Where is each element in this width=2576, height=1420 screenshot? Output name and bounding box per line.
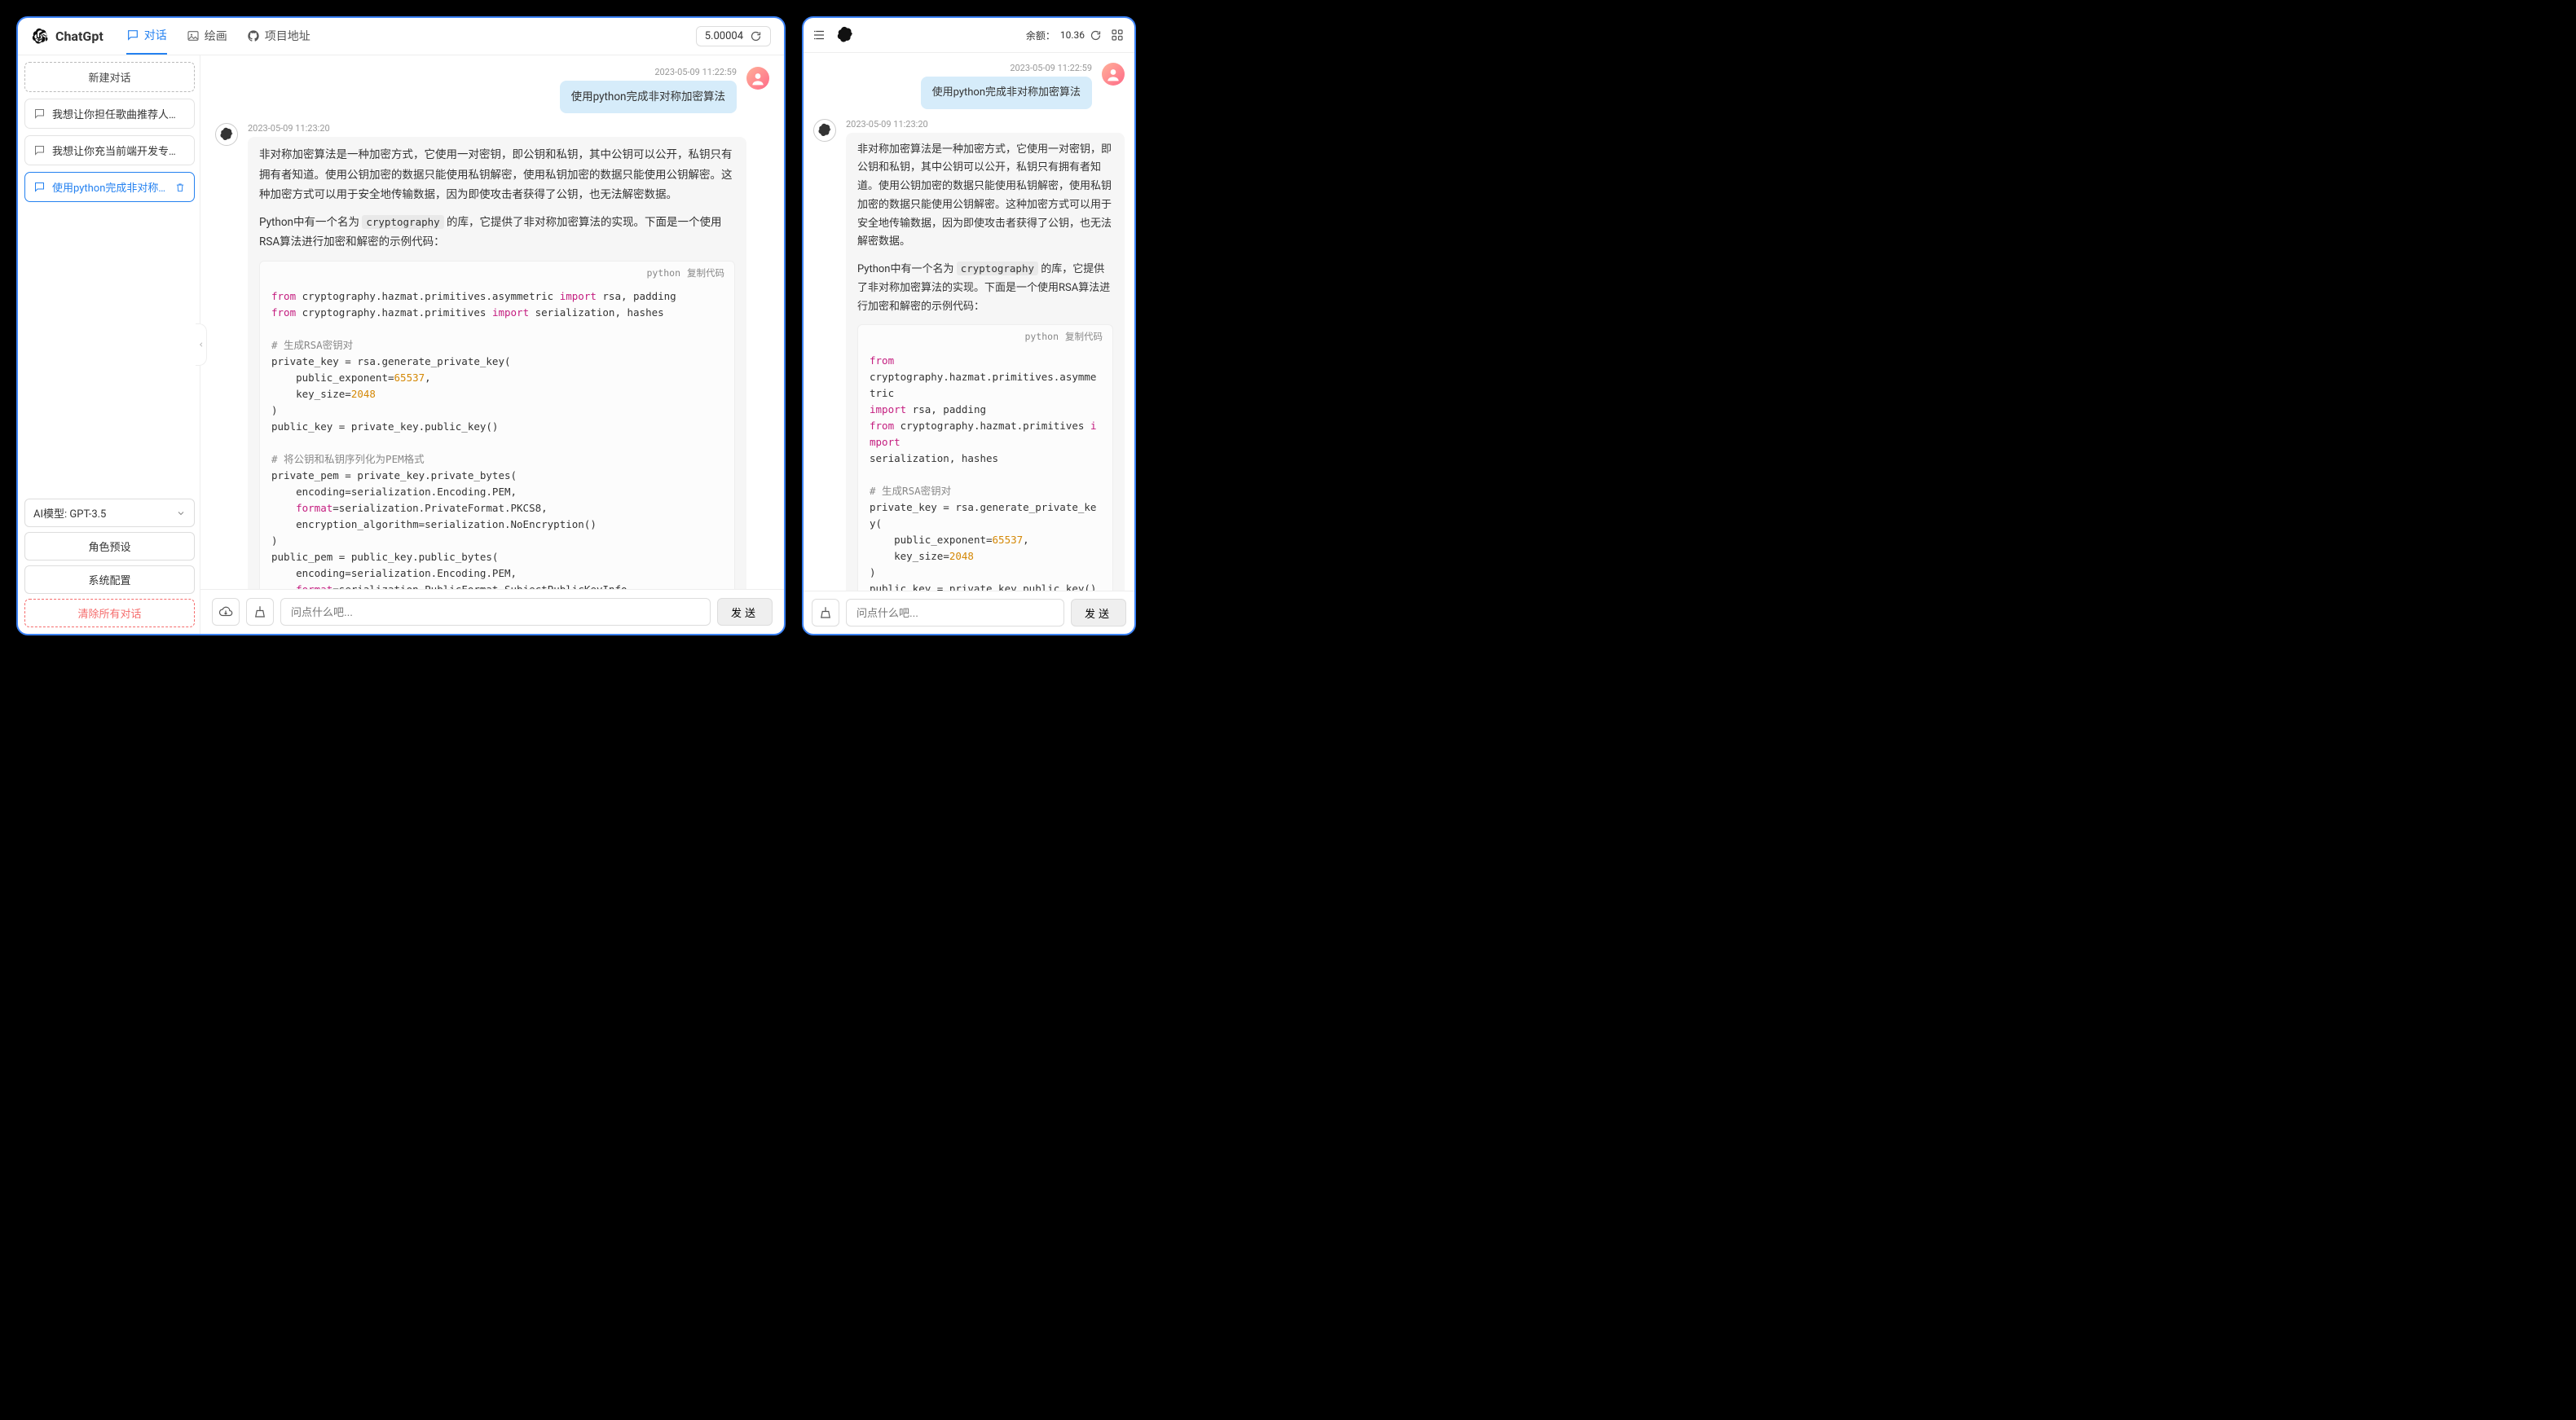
message-time: 2023-05-09 11:22:59 bbox=[921, 63, 1092, 73]
code-header: python 复制代码 bbox=[260, 262, 734, 285]
app-title: ChatGpt bbox=[55, 29, 103, 44]
reply-para-2: Python中有一个名为 cryptography 的库，它提供了非对称加密算法… bbox=[857, 260, 1113, 316]
message-list: 2023-05-09 11:22:59 使用python完成非对称加密算法 20… bbox=[804, 53, 1134, 591]
chat-area: 2023-05-09 11:22:59 使用python完成非对称加密算法 20… bbox=[804, 53, 1134, 634]
conversation-label: 我想让你担任歌曲推荐人。我将为... bbox=[52, 106, 186, 121]
message-assistant: 2023-05-09 11:23:20 非对称加密算法是一种加密方式，它使用一对… bbox=[813, 119, 1125, 591]
sidebar-toggle-icon[interactable] bbox=[812, 28, 826, 42]
refresh-icon bbox=[750, 30, 762, 42]
sidebar: 新建对话 我想让你担任歌曲推荐人。我将为... 我想让你充当前端开发专家。我将.… bbox=[18, 55, 200, 634]
inline-code: cryptography bbox=[362, 215, 443, 229]
reply-para-2: Python中有一个名为 cryptography 的库，它提供了非对称加密算法… bbox=[259, 213, 735, 253]
message-user: 2023-05-09 11:22:59 使用python完成非对称加密算法 bbox=[215, 67, 769, 113]
conversation-item-active[interactable]: 使用python完成非对称加密算法 bbox=[24, 172, 195, 202]
clear-context-button[interactable] bbox=[246, 598, 274, 626]
conversation-list: 我想让你担任歌曲推荐人。我将为... 我想让你充当前端开发专家。我将... 使用… bbox=[24, 99, 195, 202]
code-lang: python bbox=[646, 266, 680, 280]
code-body: from cryptography.hazmat.primitives.asym… bbox=[858, 350, 1112, 591]
header-right: 5.00004 bbox=[696, 26, 771, 46]
bot-bubble: 非对称加密算法是一种加密方式，它使用一对密钥，即公钥和私钥，其中公钥可以公开，私… bbox=[846, 133, 1125, 591]
header-tabs: 对话 绘画 项目地址 bbox=[126, 27, 310, 46]
chat-area: 2023-05-09 11:22:59 使用python完成非对称加密算法 20… bbox=[200, 55, 784, 634]
chevron-down-icon bbox=[176, 508, 186, 518]
sidebar-bottom: AI模型: GPT-3.5 角色预设 系统配置 清除所有对话 bbox=[24, 499, 195, 627]
grid-icon[interactable] bbox=[1110, 28, 1125, 42]
role-preset-button[interactable]: 角色预设 bbox=[24, 532, 195, 561]
input-footer: 发送 bbox=[804, 591, 1134, 634]
tab-image[interactable]: 绘画 bbox=[187, 28, 227, 54]
sys-config-button[interactable]: 系统配置 bbox=[24, 565, 195, 594]
message-time: 2023-05-09 11:23:20 bbox=[248, 123, 746, 134]
trash-icon[interactable] bbox=[174, 182, 186, 193]
tab-chat[interactable]: 对话 bbox=[126, 27, 167, 55]
clear-all-button[interactable]: 清除所有对话 bbox=[24, 599, 195, 627]
message-list: 2023-05-09 11:22:59 使用python完成非对称加密算法 20… bbox=[200, 55, 784, 589]
new-chat-button[interactable]: 新建对话 bbox=[24, 62, 195, 92]
model-select[interactable]: AI模型: GPT-3.5 bbox=[24, 499, 195, 527]
code-body: from cryptography.hazmat.primitives.asym… bbox=[260, 285, 734, 589]
code-lang: python bbox=[1024, 330, 1059, 344]
broom-icon bbox=[818, 605, 833, 620]
tab-repo[interactable]: 项目地址 bbox=[247, 28, 310, 54]
balance-label: 余额： 10.36 bbox=[1026, 29, 1102, 42]
conversation-item[interactable]: 我想让你担任歌曲推荐人。我将为... bbox=[24, 99, 195, 129]
app-logo-icon bbox=[836, 26, 854, 44]
chat-bubble-icon bbox=[33, 144, 46, 156]
code-copy[interactable]: 复制代码 bbox=[1065, 330, 1103, 344]
code-copy[interactable]: 复制代码 bbox=[687, 266, 724, 280]
export-button[interactable] bbox=[212, 598, 240, 626]
balance-value: 10.36 bbox=[1060, 29, 1085, 41]
conversation-item[interactable]: 我想让你充当前端开发专家。我将... bbox=[24, 135, 195, 165]
refresh-icon[interactable] bbox=[1090, 29, 1102, 42]
message-input[interactable] bbox=[280, 598, 711, 626]
chat-bubble-icon bbox=[33, 108, 46, 120]
user-bubble: 使用python完成非对称加密算法 bbox=[560, 81, 737, 113]
app-logo-icon bbox=[31, 28, 49, 46]
mobile-window: 余额： 10.36 2023-05-09 11:22:59 使用python完成… bbox=[802, 16, 1136, 635]
inline-code: cryptography bbox=[957, 262, 1038, 275]
bot-avatar bbox=[813, 119, 836, 142]
model-label: AI模型: GPT-3.5 bbox=[33, 505, 106, 521]
broom-icon bbox=[253, 604, 267, 619]
message-time: 2023-05-09 11:22:59 bbox=[560, 67, 737, 77]
input-footer: 发送 bbox=[200, 589, 784, 634]
mobile-header: 余额： 10.36 bbox=[804, 18, 1134, 53]
reply-para-1: 非对称加密算法是一种加密方式，它使用一对密钥，即公钥和私钥，其中公钥可以公开，私… bbox=[259, 145, 735, 204]
cloud-download-icon bbox=[218, 604, 233, 619]
message-input[interactable] bbox=[846, 599, 1064, 626]
message-assistant: 2023-05-09 11:23:20 非对称加密算法是一种加密方式，它使用一对… bbox=[215, 123, 769, 589]
code-block: python 复制代码 from cryptography.hazmat.pri… bbox=[259, 261, 735, 589]
message-time: 2023-05-09 11:23:20 bbox=[846, 119, 1125, 130]
chat-icon bbox=[126, 29, 139, 42]
user-bubble: 使用python完成非对称加密算法 bbox=[921, 77, 1092, 109]
app-header: ChatGpt 对话 绘画 项目地址 5.00004 bbox=[18, 18, 784, 55]
desktop-window: ChatGpt 对话 绘画 项目地址 5.00004 新建对话 bbox=[16, 16, 786, 635]
code-header: python 复制代码 bbox=[858, 325, 1112, 349]
conversation-label: 使用python完成非对称加密算法 bbox=[52, 179, 168, 195]
code-block: python 复制代码 from cryptography.hazmat.pri… bbox=[857, 324, 1113, 591]
send-button[interactable]: 发送 bbox=[717, 598, 773, 626]
chevron-left-icon bbox=[198, 340, 205, 350]
reply-para-1: 非对称加密算法是一种加密方式，它使用一对密钥，即公钥和私钥，其中公钥可以公开，私… bbox=[857, 141, 1113, 253]
user-avatar bbox=[746, 67, 769, 90]
clear-context-button[interactable] bbox=[812, 599, 839, 626]
body-split: 新建对话 我想让你担任歌曲推荐人。我将为... 我想让你充当前端开发专家。我将.… bbox=[18, 55, 784, 634]
user-avatar bbox=[1102, 63, 1125, 86]
conversation-label: 我想让你充当前端开发专家。我将... bbox=[52, 143, 186, 158]
chat-bubble-icon bbox=[33, 181, 46, 193]
message-user: 2023-05-09 11:22:59 使用python完成非对称加密算法 bbox=[813, 63, 1125, 109]
balance-pill[interactable]: 5.00004 bbox=[696, 26, 771, 46]
bot-avatar bbox=[215, 123, 238, 146]
balance-value: 5.00004 bbox=[705, 30, 743, 42]
sidebar-collapse-handle[interactable] bbox=[196, 323, 207, 366]
image-icon bbox=[187, 29, 200, 42]
github-icon bbox=[247, 29, 260, 42]
bot-bubble: 非对称加密算法是一种加密方式，它使用一对密钥，即公钥和私钥，其中公钥可以公开，私… bbox=[248, 137, 746, 589]
send-button[interactable]: 发送 bbox=[1071, 599, 1126, 626]
